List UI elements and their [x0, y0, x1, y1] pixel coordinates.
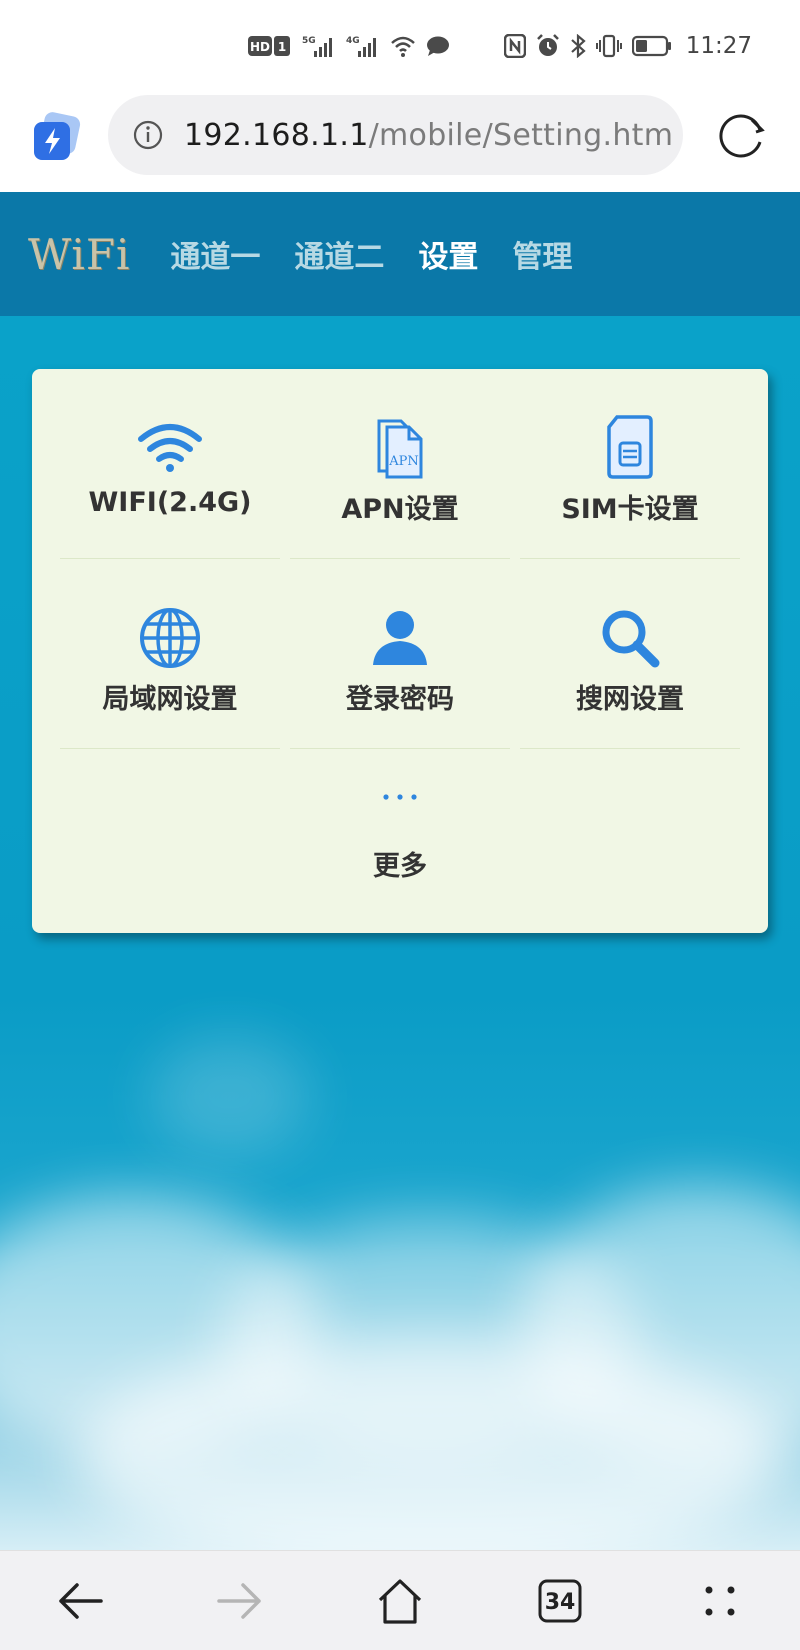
- 4g-signal-icon: 4G: [346, 32, 380, 60]
- tile-wifi[interactable]: WIFI(2.4G): [60, 369, 280, 559]
- nav-settings[interactable]: 设置: [418, 232, 478, 276]
- tabs-icon[interactable]: 34: [530, 1571, 590, 1631]
- tile-label: WIFI(2.4G): [88, 487, 252, 518]
- vibrate-icon: [595, 32, 622, 60]
- alarm-icon: [536, 32, 560, 60]
- home-icon[interactable]: [370, 1571, 430, 1631]
- menu-icon[interactable]: [690, 1571, 750, 1631]
- nav-channel-1[interactable]: 通道一: [170, 232, 260, 276]
- site-nav: 通道一 通道二 设置 管理: [170, 232, 572, 276]
- settings-card: WIFI(2.4G) APN APN设置 SIM卡设置 局域网设置 登录密码 搜…: [32, 369, 768, 933]
- wifi-icon: [138, 424, 202, 472]
- tile-label: 局域网设置: [102, 684, 238, 715]
- sim-card-icon: [607, 415, 653, 479]
- tile-apn[interactable]: APN APN设置: [290, 369, 510, 559]
- svg-text:4G: 4G: [346, 36, 360, 46]
- info-icon[interactable]: [132, 119, 164, 151]
- svg-text:HD: HD: [250, 40, 270, 54]
- nfc-icon: [503, 32, 526, 60]
- browser-logo-icon[interactable]: [32, 112, 82, 164]
- tile-label: SIM卡设置: [561, 494, 699, 525]
- tile-label: APN设置: [341, 494, 459, 525]
- status-time: 11:27: [685, 33, 752, 59]
- hd-icon: HD 1: [247, 32, 292, 60]
- globe-icon: [140, 608, 200, 668]
- message-icon: [426, 32, 450, 60]
- tile-label: 搜网设置: [576, 684, 684, 715]
- apn-icon: APN: [377, 419, 423, 479]
- site-logo: WiFi: [28, 229, 131, 279]
- reload-icon[interactable]: [716, 110, 768, 162]
- svg-text:1: 1: [278, 40, 286, 54]
- status-bar: HD 1 5G 4G 11:27: [0, 0, 800, 92]
- url-host: 192.168.1.1: [184, 117, 369, 153]
- tile-label: 登录密码: [346, 684, 454, 715]
- url-text: 192.168.1.1/mobile/Setting.htm: [184, 118, 673, 153]
- tab-count: 34: [545, 1590, 576, 1615]
- more-button[interactable]: 更多: [32, 759, 768, 919]
- user-icon: [373, 611, 427, 665]
- browser-toolbar: 192.168.1.1/mobile/Setting.htm: [0, 92, 800, 192]
- url-path: /mobile/Setting.htm: [368, 117, 674, 153]
- search-icon: [602, 610, 660, 668]
- tile-login-password[interactable]: 登录密码: [290, 559, 510, 749]
- tile-sim[interactable]: SIM卡设置: [520, 369, 740, 559]
- nav-channel-2[interactable]: 通道二: [294, 232, 384, 276]
- tile-lan[interactable]: 局域网设置: [60, 559, 280, 749]
- address-bar[interactable]: 192.168.1.1/mobile/Setting.htm: [108, 95, 683, 175]
- bluetooth-icon: [570, 32, 586, 60]
- 5g-signal-icon: 5G: [302, 32, 336, 60]
- svg-text:5G: 5G: [302, 36, 316, 46]
- battery-icon: [631, 32, 672, 60]
- svg-text:APN: APN: [388, 454, 419, 469]
- tile-network-search[interactable]: 搜网设置: [520, 559, 740, 749]
- nav-manage[interactable]: 管理: [512, 232, 572, 276]
- back-icon[interactable]: [50, 1571, 110, 1631]
- page: HD 1 5G 4G 11:27 192.168.1.1/mobile/Sett…: [0, 0, 800, 1650]
- cloud-decoration: [150, 1036, 310, 1156]
- more-dots-icon: [383, 794, 417, 800]
- site-header: WiFi 通道一 通道二 设置 管理: [0, 192, 800, 316]
- forward-icon[interactable]: [210, 1571, 270, 1631]
- browser-bottom-bar: 34: [0, 1550, 800, 1650]
- content-area: WIFI(2.4G) APN APN设置 SIM卡设置 局域网设置 登录密码 搜…: [0, 316, 800, 1550]
- wifi-status-icon: [390, 32, 416, 60]
- more-label: 更多: [373, 851, 427, 882]
